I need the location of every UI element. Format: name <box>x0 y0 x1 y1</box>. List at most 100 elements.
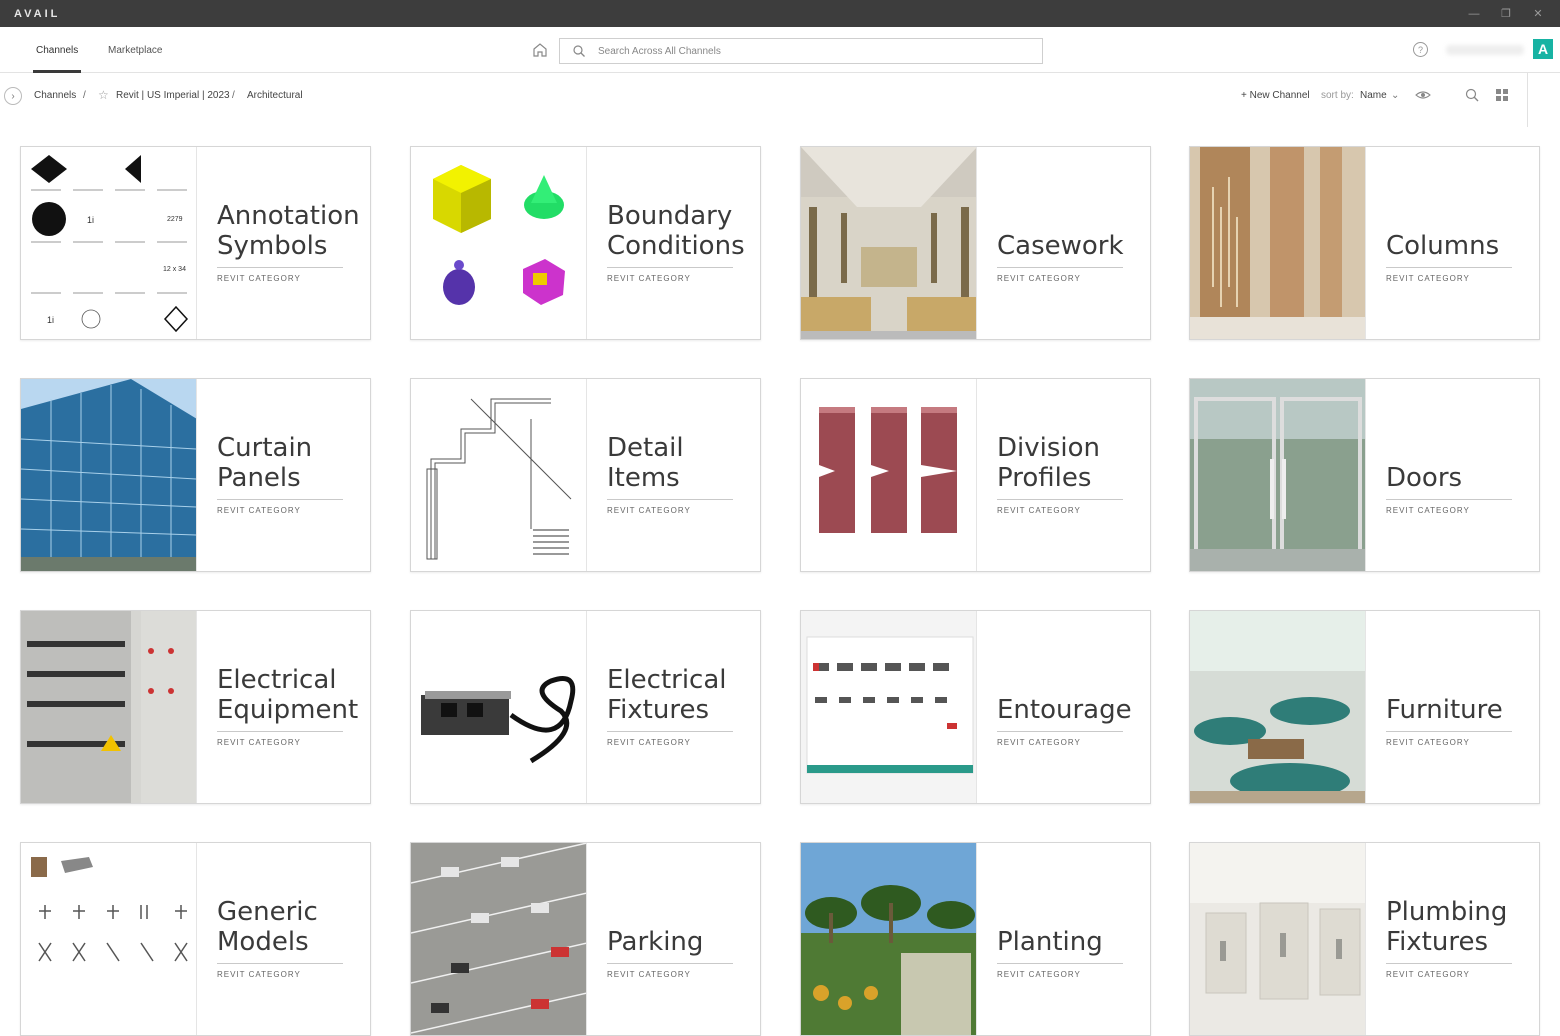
generic-thumbnail-image <box>21 843 196 1035</box>
channel-card-elecequip[interactable]: Electrical Equipment REVIT CATEGORY <box>20 610 371 804</box>
channel-title-line1: Detail <box>607 433 684 463</box>
channel-title-line2: Profiles <box>997 463 1092 493</box>
channel-info: Casework REVIT CATEGORY <box>997 231 1136 283</box>
channel-title-line1: Doors <box>1386 463 1463 493</box>
channel-title-line1: Plumbing <box>1386 897 1508 927</box>
svg-text:1i: 1i <box>47 315 54 325</box>
detail-thumbnail-image <box>411 379 586 571</box>
channel-subtitle: REVIT CATEGORY <box>1386 274 1470 283</box>
channel-info: Curtain Panels REVIT CATEGORY <box>217 433 356 515</box>
avail-logo-icon[interactable]: A <box>1533 39 1553 59</box>
furniture-thumbnail-image <box>1190 611 1365 803</box>
search-icon <box>573 45 585 57</box>
svg-text:12 x 34: 12 x 34 <box>163 266 186 273</box>
channel-title-line2: Symbols <box>217 231 328 261</box>
columns-thumbnail-image <box>1190 147 1365 339</box>
channel-info: Doors REVIT CATEGORY <box>1386 463 1525 515</box>
channel-title-line1: Electrical <box>217 665 337 695</box>
channel-thumbnail <box>411 611 587 803</box>
channel-title-line1: Casework <box>997 231 1124 261</box>
channel-title-line1: Annotation <box>217 201 360 231</box>
channel-title: Electrical Fixtures <box>607 665 733 732</box>
channel-title: Casework <box>997 231 1124 268</box>
zoom-icon[interactable] <box>1464 87 1480 103</box>
channel-title: Columns <box>1386 231 1512 268</box>
channel-subtitle: REVIT CATEGORY <box>997 738 1081 747</box>
channel-card-curtain[interactable]: Curtain Panels REVIT CATEGORY <box>20 378 371 572</box>
breadcrumb-channels[interactable]: Channels <box>34 90 76 101</box>
channel-subtitle: REVIT CATEGORY <box>607 506 691 515</box>
channel-card-elecfix[interactable]: Electrical Fixtures REVIT CATEGORY <box>410 610 761 804</box>
sidebar-expand-icon[interactable]: › <box>4 87 22 105</box>
channel-card-casework[interactable]: Casework REVIT CATEGORY <box>800 146 1151 340</box>
channel-title: Annotation Symbols <box>217 201 360 268</box>
channel-card-columns[interactable]: Columns REVIT CATEGORY <box>1189 146 1540 340</box>
channel-info: Generic Models REVIT CATEGORY <box>217 897 356 979</box>
channel-title-line1: Furniture <box>1386 695 1503 725</box>
annotation-thumbnail-image: 1i 2279 12 x 34 1i <box>21 147 196 339</box>
star-icon[interactable]: ☆ <box>98 88 109 102</box>
eye-icon[interactable] <box>1415 87 1431 103</box>
channel-info: Detail Items REVIT CATEGORY <box>607 433 746 515</box>
channel-info: Furniture REVIT CATEGORY <box>1386 695 1525 747</box>
channel-thumbnail <box>1190 611 1366 803</box>
tab-channels[interactable]: Channels <box>32 27 82 73</box>
breadcrumb-revit[interactable]: Revit | US Imperial | 2023 <box>116 90 230 101</box>
restore-button[interactable]: ❐ <box>1490 0 1522 27</box>
channel-title: Generic Models <box>217 897 343 964</box>
channel-title-line1: Parking <box>607 927 704 957</box>
channel-card-plumbing[interactable]: Plumbing Fixtures REVIT CATEGORY <box>1189 842 1540 1036</box>
sort-label: sort by: <box>1321 90 1354 101</box>
channel-subtitle: REVIT CATEGORY <box>217 506 301 515</box>
channel-card-division[interactable]: Division Profiles REVIT CATEGORY <box>800 378 1151 572</box>
tab-marketplace[interactable]: Marketplace <box>108 27 162 73</box>
channel-thumbnail <box>21 611 197 803</box>
minimize-button[interactable]: — <box>1458 0 1490 27</box>
channel-info: Columns REVIT CATEGORY <box>1386 231 1525 283</box>
channel-card-planting[interactable]: Planting REVIT CATEGORY <box>800 842 1151 1036</box>
channel-card-furniture[interactable]: Furniture REVIT CATEGORY <box>1189 610 1540 804</box>
channel-title-line1: Division <box>997 433 1101 463</box>
user-name-redacted[interactable] <box>1446 45 1524 55</box>
new-channel-button[interactable]: + New Channel <box>1241 90 1310 101</box>
channel-thumbnail <box>1190 843 1366 1035</box>
channel-subtitle: REVIT CATEGORY <box>607 970 691 979</box>
channel-card-boundary[interactable]: Boundary Conditions REVIT CATEGORY <box>410 146 761 340</box>
sort-select[interactable]: Name <box>1360 90 1387 101</box>
search-input[interactable] <box>598 45 1018 57</box>
channel-title-line2: Models <box>217 927 309 957</box>
channel-card-detail[interactable]: Detail Items REVIT CATEGORY <box>410 378 761 572</box>
channel-info: Electrical Equipment REVIT CATEGORY <box>217 665 358 747</box>
channel-info: Entourage REVIT CATEGORY <box>997 695 1136 747</box>
channel-card-entourage[interactable]: Entourage REVIT CATEGORY <box>800 610 1151 804</box>
channel-title: Detail Items <box>607 433 733 500</box>
channel-thumbnail <box>21 379 197 571</box>
channel-subtitle: REVIT CATEGORY <box>217 274 301 283</box>
channel-title-line1: Curtain <box>217 433 313 463</box>
channel-thumbnail: 1i 2279 12 x 34 1i <box>21 147 197 339</box>
close-button[interactable]: ✕ <box>1522 0 1554 27</box>
channel-title-line2: Fixtures <box>607 695 710 725</box>
entourage-thumbnail-image <box>801 611 976 803</box>
channel-title: Division Profiles <box>997 433 1123 500</box>
breadcrumb-architectural[interactable]: Architectural <box>247 90 303 101</box>
channel-card-parking[interactable]: Parking REVIT CATEGORY <box>410 842 761 1036</box>
channel-card-annotation[interactable]: 1i 2279 12 x 34 1i Annotation Symbols REV… <box>20 146 371 340</box>
division-thumbnail-image <box>801 379 976 571</box>
home-icon[interactable] <box>531 41 549 59</box>
elecfix-thumbnail-image <box>411 611 586 803</box>
app-title: AVAIL <box>14 7 61 20</box>
channel-card-generic[interactable]: Generic Models REVIT CATEGORY <box>20 842 371 1036</box>
channel-thumbnail <box>1190 379 1366 571</box>
channel-info: Plumbing Fixtures REVIT CATEGORY <box>1386 897 1525 979</box>
chevron-down-icon[interactable]: ⌄ <box>1391 90 1399 101</box>
help-icon[interactable]: ? <box>1413 42 1428 57</box>
channel-info: Division Profiles REVIT CATEGORY <box>997 433 1136 515</box>
channel-card-doors[interactable]: Doors REVIT CATEGORY <box>1189 378 1540 572</box>
channel-thumbnail <box>1190 147 1366 339</box>
title-bar: AVAIL — ❐ ✕ <box>0 0 1560 27</box>
channel-title-line2: Panels <box>217 463 301 493</box>
grid-view-icon[interactable] <box>1494 87 1510 103</box>
svg-text:1i: 1i <box>87 215 94 225</box>
channel-thumbnail <box>801 147 977 339</box>
